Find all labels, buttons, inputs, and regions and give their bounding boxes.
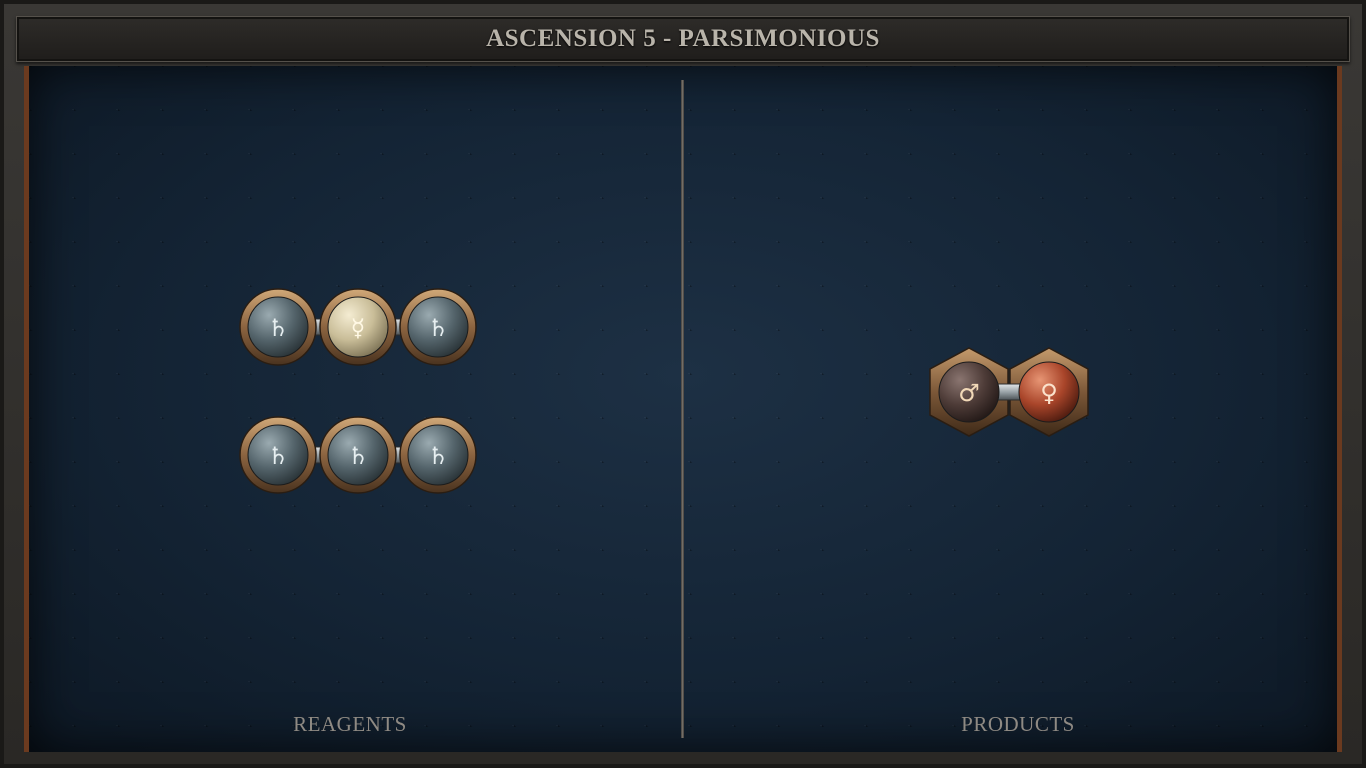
reagent-molecule-1[interactable]: ♄ ☿ ♄ (234, 286, 482, 368)
salt-glyph-icon: ♄ (267, 442, 289, 470)
iron-glyph-icon: ♂ (958, 379, 980, 407)
salt-atom[interactable]: ♄ (399, 288, 477, 366)
reagent-molecule-2[interactable]: ♄ ♄ ♄ (234, 414, 482, 496)
page-title: ASCENSION 5 - PARSIMONIOUS (486, 25, 880, 52)
bond (995, 383, 1023, 401)
salt-atom[interactable]: ♄ (319, 416, 397, 494)
salt-atom[interactable]: ♄ (239, 416, 317, 494)
copper-glyph-icon: ♀ (1040, 379, 1058, 407)
iron-atom[interactable]: ♂ (938, 361, 1000, 423)
salt-atom[interactable]: ♄ (239, 288, 317, 366)
copper-atom[interactable]: ♀ (1018, 361, 1080, 423)
product-molecule-1[interactable]: ♂ ♀ (924, 345, 1094, 439)
salt-glyph-icon: ♄ (267, 314, 289, 342)
quicksilver-atom[interactable]: ☿ (319, 288, 397, 366)
products-label: PRODUCTS (961, 712, 1075, 736)
salt-glyph-icon: ♄ (347, 442, 369, 470)
reagents-label: REAGENTS (293, 712, 407, 736)
salt-atom[interactable]: ♄ (399, 416, 477, 494)
salt-glyph-icon: ♄ (427, 442, 449, 470)
panel-divider (681, 80, 684, 738)
salt-glyph-icon: ♄ (427, 314, 449, 342)
quicksilver-glyph-icon: ☿ (351, 314, 366, 342)
title-bar: ASCENSION 5 - PARSIMONIOUS (16, 16, 1350, 62)
